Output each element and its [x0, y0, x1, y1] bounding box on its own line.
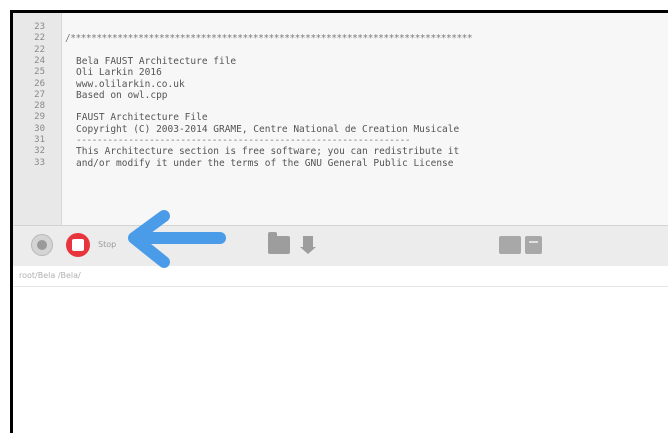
code-editor[interactable]: 23 22 22 24 25 26 27 28 29 30 31 32 33 /************…	[13, 13, 668, 225]
line-number: 25	[34, 67, 45, 78]
console-output[interactable]	[13, 287, 668, 433]
line-number: 28	[34, 101, 45, 112]
line-number: 23	[34, 22, 45, 32]
line-number: 30	[34, 123, 45, 134]
download-icon[interactable]	[300, 236, 316, 254]
line-number-gutter: 23 22 22 24 25 26 27 28 29 30 31 32 33	[13, 13, 62, 225]
open-folder-icon[interactable]	[268, 232, 290, 254]
project-path: root/Bela /Bela/	[19, 271, 81, 280]
code-line: /***************************************…	[65, 33, 473, 45]
toolbar: Stop	[13, 225, 668, 267]
line-number: 33	[34, 157, 45, 168]
line-number: 24	[34, 55, 45, 66]
line-number: 22	[34, 44, 45, 55]
code-line: Oli Larkin 2016	[76, 67, 162, 79]
document-icon[interactable]	[525, 236, 542, 254]
ide-window: 23 22 22 24 25 26 27 28 29 30 31 32 33 /************…	[10, 10, 668, 433]
annotation-arrow-icon	[128, 210, 226, 268]
code-line: FAUST Architecture File	[76, 112, 208, 124]
path-bar: root/Bela /Bela/	[13, 266, 668, 287]
code-line: ----------------------------------------…	[76, 135, 411, 146]
code-line: and/or modify it under the terms of the …	[76, 157, 454, 169]
line-number: 22	[34, 33, 45, 44]
scope-icon[interactable]	[499, 236, 521, 254]
stop-label: Stop	[98, 240, 117, 249]
line-number: 26	[34, 78, 45, 89]
stop-button[interactable]	[66, 233, 90, 257]
code-line: This Architecture section is free softwa…	[76, 146, 460, 158]
code-line: Based on owl.cpp	[76, 89, 168, 101]
line-number: 32	[34, 146, 45, 157]
code-line: Bela FAUST Architecture file	[76, 55, 237, 67]
code-line: www.olilarkin.co.uk	[76, 78, 185, 90]
run-button[interactable]	[31, 234, 53, 256]
line-number: 27	[34, 89, 45, 100]
line-number: 29	[34, 112, 45, 123]
line-number: 31	[34, 135, 45, 145]
code-line: Copyright (C) 2003-2014 GRAME, Centre Na…	[76, 123, 460, 135]
